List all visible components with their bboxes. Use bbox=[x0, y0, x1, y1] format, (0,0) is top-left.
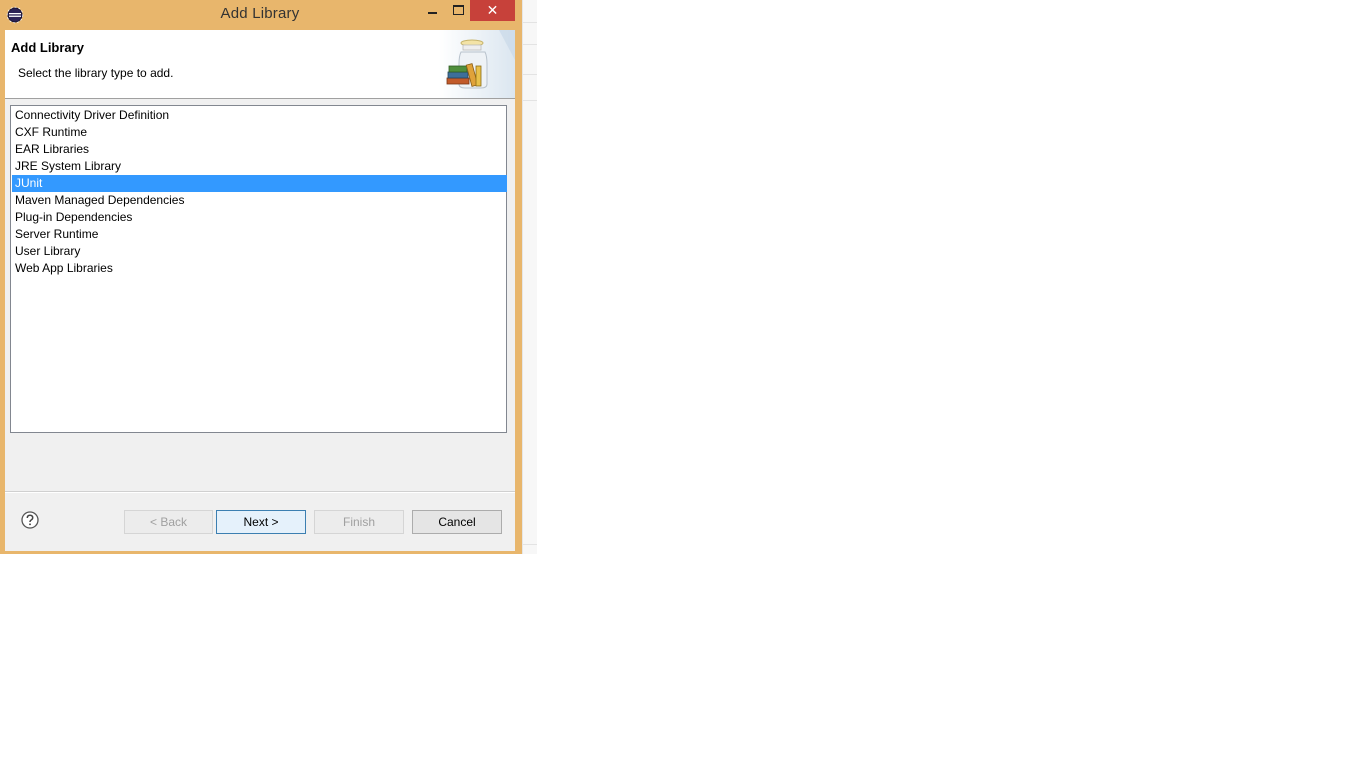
dialog-client-area: Add Library Select the library type to a… bbox=[5, 30, 515, 551]
page-description: Select the library type to add. bbox=[18, 66, 174, 80]
list-item[interactable]: Maven Managed Dependencies bbox=[12, 192, 507, 209]
list-item-selected[interactable]: JUnit bbox=[12, 175, 507, 192]
list-item[interactable]: CXF Runtime bbox=[12, 124, 507, 141]
library-type-list[interactable]: Connectivity Driver Definition CXF Runti… bbox=[10, 105, 507, 433]
minimize-button[interactable] bbox=[418, 0, 446, 21]
list-item[interactable]: Plug-in Dependencies bbox=[12, 209, 507, 226]
back-button[interactable]: < Back bbox=[124, 510, 213, 534]
close-button[interactable]: ✕ bbox=[470, 0, 515, 21]
add-library-dialog: Add Library ✕ Add Library Select the lib… bbox=[0, 0, 522, 554]
button-bar-divider bbox=[5, 491, 515, 493]
cancel-button[interactable]: Cancel bbox=[412, 510, 502, 534]
maximize-icon bbox=[452, 5, 464, 15]
list-item[interactable]: Connectivity Driver Definition bbox=[12, 107, 507, 124]
list-item[interactable]: Web App Libraries bbox=[12, 260, 507, 277]
page-title: Add Library bbox=[11, 40, 84, 55]
list-item[interactable]: User Library bbox=[12, 243, 507, 260]
list-item[interactable]: EAR Libraries bbox=[12, 141, 507, 158]
list-item[interactable]: JRE System Library bbox=[12, 158, 507, 175]
close-icon: ✕ bbox=[486, 2, 499, 18]
wizard-header: Add Library Select the library type to a… bbox=[5, 30, 515, 99]
library-jar-icon bbox=[439, 30, 515, 98]
help-icon[interactable] bbox=[21, 511, 39, 529]
background-window-edge bbox=[522, 0, 537, 554]
maximize-button[interactable] bbox=[444, 0, 472, 21]
title-bar[interactable]: Add Library ✕ bbox=[0, 0, 522, 30]
list-item[interactable]: Server Runtime bbox=[12, 226, 507, 243]
finish-button[interactable]: Finish bbox=[314, 510, 404, 534]
next-button[interactable]: Next > bbox=[216, 510, 306, 534]
minimize-icon bbox=[427, 12, 437, 14]
